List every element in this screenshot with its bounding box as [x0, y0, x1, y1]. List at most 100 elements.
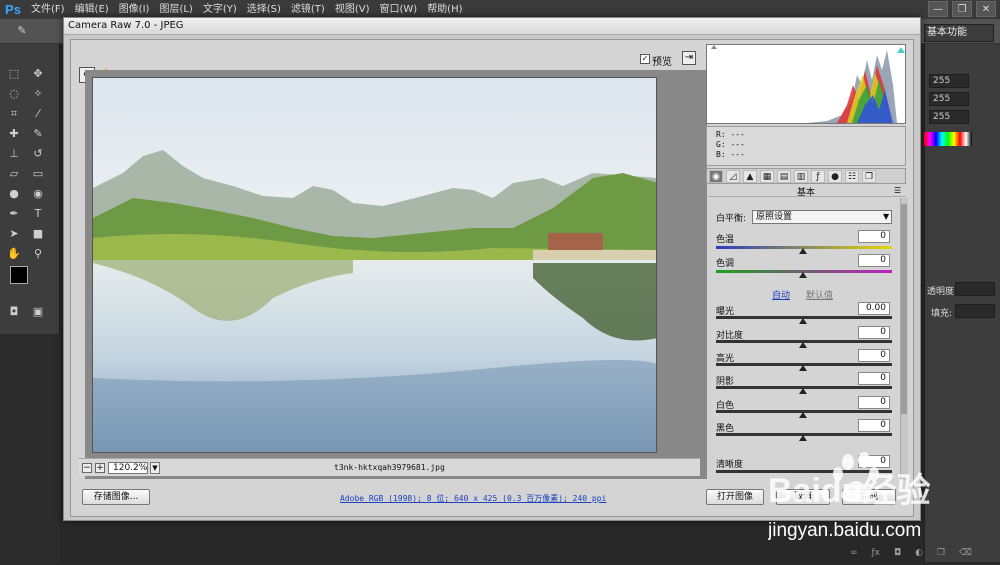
trash-icon[interactable]: ⌫: [959, 548, 972, 562]
hand-tool-icon[interactable]: ✋: [6, 246, 22, 262]
stamp-tool-icon[interactable]: ⊥: [6, 146, 22, 162]
photoshop-logo: Ps: [5, 2, 21, 17]
shape-tool-icon[interactable]: ■: [30, 226, 46, 242]
blur-tool-icon[interactable]: ●: [6, 186, 22, 202]
blacks-slider-thumb[interactable]: [799, 435, 807, 441]
adjustment-icon[interactable]: ◐: [915, 548, 923, 562]
dodge-tool-icon[interactable]: ◉: [30, 186, 46, 202]
cancel-button[interactable]: 取消: [776, 489, 830, 505]
shadows-slider-thumb[interactable]: [799, 388, 807, 394]
path-select-icon[interactable]: ➤: [6, 226, 22, 242]
pen-tool-icon[interactable]: ✒: [6, 206, 22, 222]
highlights-field[interactable]: 0: [858, 349, 890, 362]
foreground-color-swatch[interactable]: [10, 266, 28, 284]
snapshots-tab-icon[interactable]: ❐: [862, 170, 876, 183]
adjustment-tabs: ◉ ◿ ▲ ▦ ▤ ▥ ƒ ● ☷ ❐: [706, 168, 906, 184]
minimize-button[interactable]: —: [928, 1, 948, 17]
basic-tab-icon[interactable]: ◉: [709, 170, 723, 183]
quick-mask-icon[interactable]: ◘: [6, 304, 22, 320]
zoom-in-button[interactable]: +: [95, 463, 105, 473]
fx-icon[interactable]: ƒx: [872, 548, 881, 562]
temperature-slider-thumb[interactable]: [799, 248, 807, 254]
contrast-field[interactable]: 0: [858, 326, 890, 339]
link-icon[interactable]: ∞: [850, 548, 858, 562]
chevron-down-icon[interactable]: ▼: [883, 212, 889, 221]
color-value-g[interactable]: 255: [929, 92, 969, 106]
lasso-tool-icon[interactable]: ◌: [6, 86, 22, 102]
opacity-label: 透明度:: [927, 287, 958, 297]
default-link[interactable]: 默认值: [806, 288, 833, 301]
brush-tool-icon[interactable]: ✎: [30, 126, 46, 142]
contrast-slider-thumb[interactable]: [799, 342, 807, 348]
zoom-level-field[interactable]: 120.2%: [108, 462, 148, 474]
auto-link[interactable]: 自动: [772, 288, 790, 301]
color-value-b[interactable]: 255: [929, 110, 969, 124]
color-ramp[interactable]: [924, 132, 972, 146]
image-preview[interactable]: [92, 77, 657, 453]
highlight-clipping-icon[interactable]: [897, 47, 905, 53]
type-tool-icon[interactable]: T: [30, 206, 46, 222]
exposure-slider-thumb[interactable]: [799, 318, 807, 324]
shadows-field[interactable]: 0: [858, 372, 890, 385]
preview-label: 预览: [652, 57, 672, 68]
tint-slider-thumb[interactable]: [799, 272, 807, 278]
close-button[interactable]: ✕: [976, 1, 996, 17]
zoom-tool-icon[interactable]: ⚲: [30, 246, 46, 262]
workflow-options-link[interactable]: Adobe RGB (1998); 8 位; 640 x 425 (0.3 百万…: [340, 493, 606, 504]
clarity-field[interactable]: 0: [858, 455, 890, 468]
whites-slider-thumb[interactable]: [799, 412, 807, 418]
restore-button[interactable]: ❐: [952, 1, 972, 17]
panel-scroll-thumb[interactable]: [901, 204, 907, 414]
zoom-out-button[interactable]: −: [82, 463, 92, 473]
gradient-tool-icon[interactable]: ▭: [30, 166, 46, 182]
effects-tab-icon[interactable]: ƒ: [811, 170, 825, 183]
temperature-field[interactable]: 0: [858, 230, 890, 243]
marquee-tool-icon[interactable]: ⬚: [6, 66, 22, 82]
fill-field[interactable]: [955, 304, 995, 318]
detail-tab-icon[interactable]: ▲: [743, 170, 757, 183]
white-balance-select[interactable]: 原照设置: [752, 210, 892, 224]
move-tool-icon[interactable]: ✥: [30, 66, 46, 82]
dialog-title: Camera Raw 7.0 - JPEG: [68, 20, 184, 31]
open-image-button[interactable]: 打开图像: [706, 489, 764, 505]
zoom-dropdown-icon[interactable]: ▼: [150, 462, 160, 474]
opacity-field[interactable]: [955, 282, 995, 296]
fill-label: 填充:: [931, 309, 953, 319]
preview-checkbox[interactable]: ✓: [640, 54, 650, 64]
clarity-slider[interactable]: [716, 470, 892, 473]
crop-tool-icon[interactable]: ⌗: [6, 106, 22, 122]
mask-icon[interactable]: ◘: [894, 548, 901, 562]
shadow-clipping-icon[interactable]: [711, 45, 717, 49]
fullscreen-toggle-icon[interactable]: ⇥: [682, 51, 696, 65]
eraser-tool-icon[interactable]: ▱: [6, 166, 22, 182]
clarity-label: 清晰度: [716, 460, 744, 470]
save-image-button[interactable]: 存储图像...: [82, 489, 150, 505]
presets-tab-icon[interactable]: ☷: [845, 170, 859, 183]
camera-calibration-tab-icon[interactable]: ●: [828, 170, 842, 183]
tint-field[interactable]: 0: [858, 254, 890, 267]
panel-menu-icon[interactable]: ☰: [894, 186, 901, 195]
temperature-label: 色温: [716, 235, 735, 245]
hsl-tab-icon[interactable]: ▦: [760, 170, 774, 183]
tone-curve-tab-icon[interactable]: ◿: [726, 170, 740, 183]
history-brush-icon[interactable]: ↺: [30, 146, 46, 162]
color-value-r[interactable]: 255: [929, 74, 969, 88]
workspace-select[interactable]: 基本功能: [924, 24, 994, 42]
readout-g: G: ---: [716, 140, 745, 149]
eyedropper-tool-icon[interactable]: ⁄: [30, 106, 46, 122]
split-toning-tab-icon[interactable]: ▤: [777, 170, 791, 183]
tint-label: 色调: [716, 259, 735, 269]
brush-preset-icon[interactable]: ✎: [14, 23, 30, 39]
lens-corrections-tab-icon[interactable]: ▥: [794, 170, 808, 183]
exposure-field[interactable]: 0.00: [858, 302, 890, 315]
healing-brush-icon[interactable]: ✚: [6, 126, 22, 142]
screen-mode-icon[interactable]: ▣: [30, 304, 46, 320]
done-button[interactable]: 完成: [842, 489, 896, 505]
dialog-titlebar: Camera Raw 7.0 - JPEG: [64, 18, 920, 35]
white-balance-label: 白平衡:: [716, 214, 747, 224]
blacks-field[interactable]: 0: [858, 419, 890, 432]
highlights-slider-thumb[interactable]: [799, 365, 807, 371]
whites-field[interactable]: 0: [858, 396, 890, 409]
magic-wand-icon[interactable]: ✧: [30, 86, 46, 102]
new-layer-icon[interactable]: ❐: [937, 548, 945, 562]
